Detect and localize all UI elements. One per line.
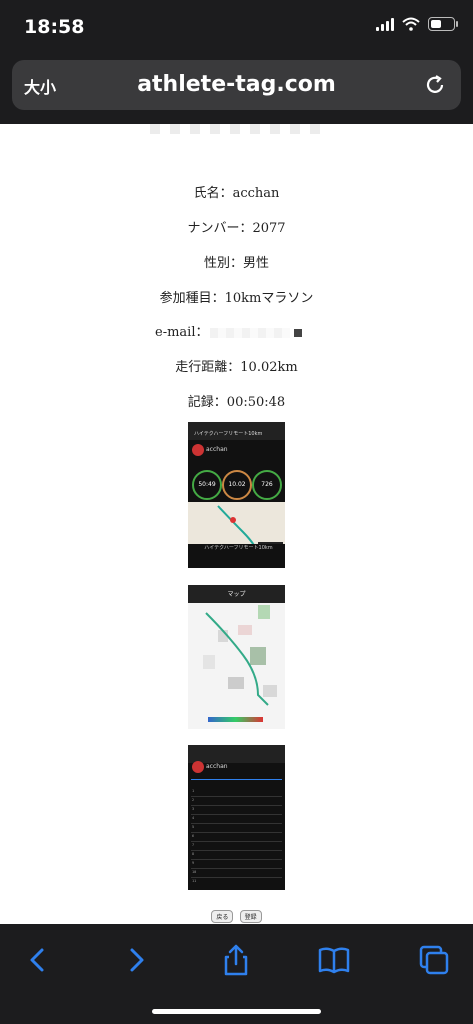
time-ring: 50:49 (192, 470, 222, 500)
page-content: 氏名：acchan ナンバー：2077 性別：男性 参加種目：10kmマラソン … (0, 124, 473, 924)
table-row (191, 868, 282, 869)
runner-gender: 性別：男性 (203, 256, 269, 271)
table-row-label: 6 (192, 834, 195, 838)
back-arrow-icon[interactable] (20, 942, 56, 978)
runner-number: ナンバー：2077 (187, 221, 286, 236)
activity-title: ハイテクハーフリモート10km (194, 431, 263, 437)
table-row-label: 2 (192, 798, 195, 802)
email-redacted (210, 327, 291, 338)
table-row (191, 814, 282, 815)
bookmarks-icon[interactable] (316, 942, 352, 978)
table-row-label: 3 (192, 807, 195, 811)
table-header-line (191, 779, 282, 780)
form-buttons: 戻る 登録 (0, 908, 473, 923)
table-row-label: 8 (192, 852, 195, 856)
email-label: e-mail： (155, 325, 209, 340)
avatar (192, 761, 204, 773)
status-icons (376, 17, 458, 31)
runner-distance: 走行距離：10.02km (175, 360, 298, 375)
battery-icon (428, 17, 458, 31)
top-chrome: 18:58 大小 athlete-tag.com (0, 0, 473, 124)
table-row (191, 796, 282, 797)
table-row (191, 859, 282, 860)
back-button[interactable]: 戻る (211, 910, 234, 923)
share-icon[interactable] (218, 942, 254, 978)
status-time: 18:58 (24, 16, 85, 38)
splits-user: acchan (206, 763, 228, 770)
activity-user: acchan (206, 446, 228, 453)
table-row (191, 832, 282, 833)
table-row (191, 823, 282, 824)
avatar (192, 444, 204, 456)
email-redacted-dot (294, 328, 303, 337)
address-bar[interactable]: 大小 athlete-tag.com (12, 60, 461, 110)
table-row (191, 850, 282, 851)
table-row (191, 841, 282, 842)
signal-icon (376, 17, 394, 31)
distance-ring: 10.02 (222, 470, 252, 500)
table-row-label: 10 (192, 870, 197, 874)
table-row-label: 5 (192, 825, 195, 829)
activity-footer: ハイテクハーフリモート10km (188, 544, 285, 566)
table-row-label: 1 (192, 789, 195, 793)
runner-email: e-mail： (0, 321, 473, 340)
activity-summary-image[interactable]: ハイテクハーフリモート10km acchan 50:49 10.02 726 ハ… (188, 422, 285, 568)
table-row-label: 4 (192, 816, 195, 820)
tabs-icon[interactable] (416, 942, 452, 978)
splits-table-image[interactable]: acchan 1 2 3 4 5 6 7 8 9 10 11 (188, 745, 285, 890)
runner-name: 氏名：acchan (193, 186, 280, 201)
image-header (188, 745, 285, 763)
reload-icon[interactable] (423, 73, 447, 97)
table-row-label: 9 (192, 861, 195, 865)
runner-event: 参加種目：10kmマラソン (159, 291, 314, 306)
runner-record: 記録：00:50:48 (187, 395, 286, 410)
table-row (191, 877, 282, 878)
table-row-label: 11 (192, 879, 197, 883)
table-row-label: 7 (192, 843, 195, 847)
faded-header-strip (150, 124, 320, 134)
submit-button[interactable]: 登録 (239, 910, 262, 923)
url-text[interactable]: athlete-tag.com (12, 72, 461, 97)
forward-arrow-icon[interactable] (118, 942, 154, 978)
wifi-icon (402, 17, 420, 31)
home-indicator (152, 1009, 321, 1014)
route-map-image[interactable]: マップ (188, 585, 285, 729)
table-row (191, 805, 282, 806)
route-line (205, 612, 269, 722)
calorie-ring: 726 (252, 470, 282, 500)
